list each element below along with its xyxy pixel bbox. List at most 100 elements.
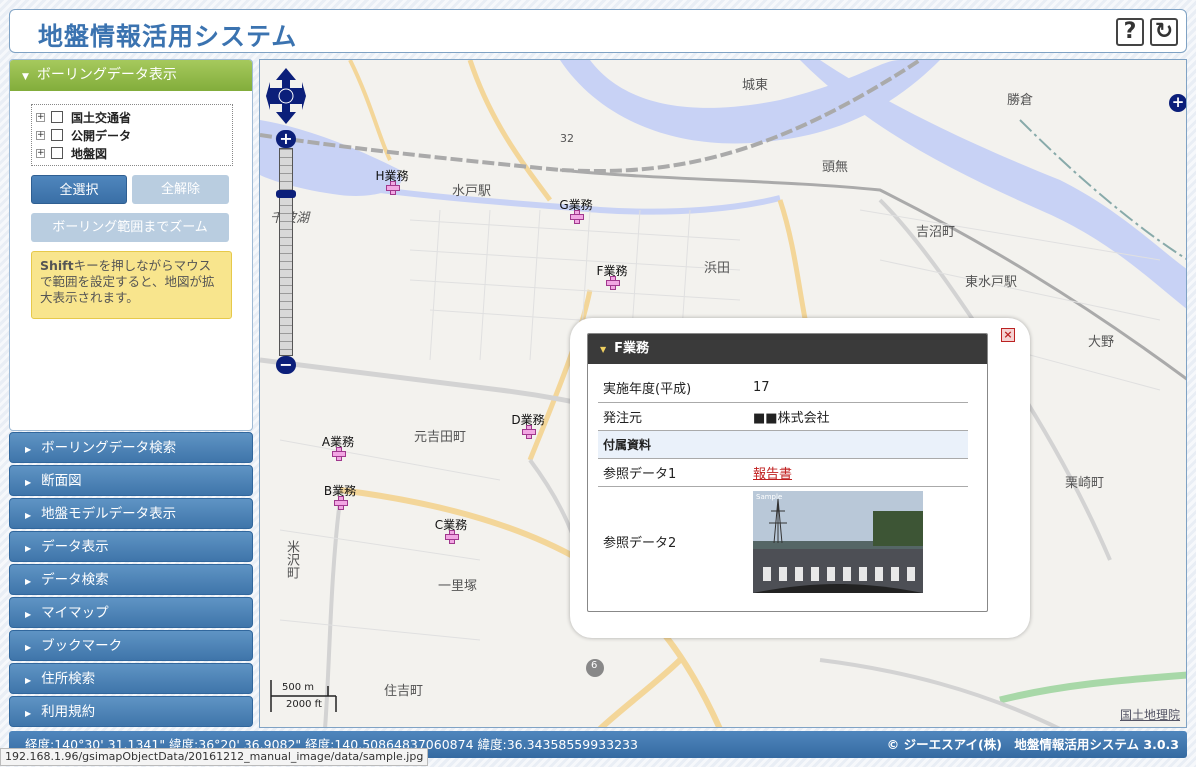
accordion-label: データ検索 bbox=[41, 572, 109, 588]
place-label: 東水戸駅 bbox=[965, 275, 1018, 290]
triangle-right-icon: ▶ bbox=[25, 577, 32, 586]
expand-icon[interactable]: + bbox=[36, 112, 45, 122]
boring-marker-d[interactable]: D業務 bbox=[493, 411, 563, 441]
clear-all-button[interactable]: 全解除 bbox=[132, 175, 229, 204]
cross-marker-icon[interactable] bbox=[570, 210, 584, 224]
tree-item-label[interactable]: 国土交通省 bbox=[71, 109, 131, 126]
refresh-icon[interactable]: ↻ bbox=[1150, 18, 1178, 46]
tree-item[interactable]: + 公開データ bbox=[36, 126, 232, 144]
shift-zoom-tip: Shiftキーを押しながらマウスで範囲を設定すると、地図が拡大表示されます。 bbox=[31, 251, 232, 319]
select-all-button[interactable]: 全選択 bbox=[31, 175, 127, 204]
place-label: 浜田 bbox=[704, 261, 731, 276]
layer-switcher-icon[interactable]: + bbox=[1169, 94, 1186, 112]
popup-title: F業務 bbox=[614, 341, 650, 356]
zoom-slider[interactable]: + − bbox=[276, 130, 296, 374]
accordion-data-display[interactable]: ▶ データ表示 bbox=[9, 531, 253, 562]
accordion-terms[interactable]: ▶ 利用規約 bbox=[9, 696, 253, 727]
triangle-right-icon: ▶ bbox=[25, 610, 32, 619]
cross-marker-icon[interactable] bbox=[334, 496, 348, 510]
accordion-label: データ表示 bbox=[41, 539, 109, 555]
triangle-right-icon: ▶ bbox=[25, 478, 32, 487]
triangle-down-icon: ▼ bbox=[600, 345, 607, 354]
place-label: 米沢町 bbox=[284, 540, 299, 579]
accordion-label: 住所検索 bbox=[41, 671, 96, 687]
map-view[interactable]: 城東 勝倉 頭無 水戸駅 吉沼町 東水戸駅 浜田 千波湖 元吉田町 一里塚 米沢… bbox=[259, 59, 1187, 728]
boring-display-header[interactable]: ▼ ボーリングデータ表示 bbox=[10, 60, 252, 91]
cross-marker-icon[interactable] bbox=[445, 530, 459, 544]
tree-item[interactable]: + 国土交通省 bbox=[36, 108, 232, 126]
expand-icon[interactable]: + bbox=[36, 130, 45, 140]
boring-info-table: 実施年度(平成) 17 発注元 ■■株式会社 付属資料 参照データ1 報告書 参… bbox=[598, 374, 968, 597]
expand-icon[interactable]: + bbox=[36, 148, 45, 158]
year-label: 実施年度(平成) bbox=[598, 374, 748, 403]
boring-marker-h[interactable]: H業務 bbox=[357, 167, 427, 197]
pan-control-icon[interactable] bbox=[266, 68, 306, 124]
triangle-right-icon: ▶ bbox=[25, 544, 32, 553]
triangle-right-icon: ▶ bbox=[25, 511, 32, 520]
place-label: 元吉田町 bbox=[414, 430, 467, 445]
boring-display-title: ボーリングデータ表示 bbox=[36, 67, 177, 83]
accordion-address-search[interactable]: ▶ 住所検索 bbox=[9, 663, 253, 694]
table-row: 実施年度(平成) 17 bbox=[598, 374, 968, 403]
scale-bar: 500 m 2000 ft bbox=[270, 680, 340, 714]
tree-checkbox[interactable] bbox=[51, 129, 63, 141]
place-label: 住吉町 bbox=[384, 684, 424, 699]
photo-caption: Sample bbox=[756, 492, 783, 501]
tree-item[interactable]: + 地盤図 bbox=[36, 144, 232, 162]
scale-feet: 2000 ft bbox=[286, 699, 322, 710]
triangle-right-icon: ▶ bbox=[25, 676, 32, 685]
attribution-link[interactable]: 国土地理院 bbox=[1120, 706, 1180, 723]
accordion-label: ボーリングデータ検索 bbox=[41, 440, 177, 456]
table-row: 参照データ1 報告書 bbox=[598, 458, 968, 487]
ref1-label: 参照データ1 bbox=[598, 458, 748, 487]
accordion-label: 断面図 bbox=[41, 473, 82, 489]
tree-item-label[interactable]: 公開データ bbox=[71, 127, 131, 144]
cross-marker-icon[interactable] bbox=[332, 447, 346, 461]
accordion-cross-section[interactable]: ▶ 断面図 bbox=[9, 465, 253, 496]
accordion-ground-model[interactable]: ▶ 地盤モデルデータ表示 bbox=[9, 498, 253, 529]
scale-meters: 500 m bbox=[282, 682, 315, 693]
accordion-my-map[interactable]: ▶ マイマップ bbox=[9, 597, 253, 628]
triangle-right-icon: ▶ bbox=[25, 643, 32, 652]
zoom-to-boring-button[interactable]: ボーリング範囲までズーム bbox=[31, 213, 229, 242]
boring-marker-b[interactable]: B業務 bbox=[305, 482, 375, 512]
accordion-boring-search[interactable]: ▶ ボーリングデータ検索 bbox=[9, 432, 253, 463]
app-header: 地盤情報活用システム ? ↻ bbox=[9, 9, 1187, 53]
tree-checkbox[interactable] bbox=[51, 111, 63, 123]
table-row: 付属資料 bbox=[598, 430, 968, 459]
copyright: © ジーエスアイ(株) 地盤情報活用システム 3.0.3 bbox=[886, 737, 1179, 752]
cross-marker-icon[interactable] bbox=[522, 425, 536, 439]
accordion-label: 利用規約 bbox=[41, 704, 96, 720]
tree-item-label[interactable]: 地盤図 bbox=[71, 145, 107, 162]
accordion-label: ブックマーク bbox=[41, 638, 123, 654]
year-value: 17 bbox=[748, 374, 968, 403]
zoom-handle[interactable] bbox=[276, 190, 296, 198]
boring-marker-c[interactable]: C業務 bbox=[416, 516, 486, 546]
route-label: 32 bbox=[560, 132, 574, 145]
cross-marker-icon[interactable] bbox=[386, 181, 400, 195]
boring-marker-f[interactable]: F業務 bbox=[577, 262, 647, 292]
cross-marker-icon[interactable] bbox=[606, 276, 620, 290]
boring-marker-a[interactable]: A業務 bbox=[303, 433, 373, 463]
triangle-right-icon: ▶ bbox=[25, 445, 32, 454]
report-link[interactable]: 報告書 bbox=[753, 467, 792, 482]
sample-photo[interactable]: Sample bbox=[753, 490, 923, 593]
place-label: 一里塚 bbox=[438, 579, 478, 594]
accordion-bookmark[interactable]: ▶ ブックマーク bbox=[9, 630, 253, 661]
zoom-track[interactable] bbox=[279, 148, 293, 356]
zoom-in-icon[interactable]: + bbox=[276, 130, 296, 148]
close-icon[interactable]: × bbox=[1001, 328, 1015, 342]
zoom-out-icon[interactable]: − bbox=[276, 356, 296, 374]
popup-header[interactable]: ▼ F業務 bbox=[588, 334, 987, 364]
popup-panel: ▼ F業務 実施年度(平成) 17 発注元 ■■株式会社 付属資料 参照データ1 … bbox=[587, 333, 988, 612]
help-icon[interactable]: ? bbox=[1116, 18, 1144, 46]
accordion-data-search[interactable]: ▶ データ検索 bbox=[9, 564, 253, 595]
tree-checkbox[interactable] bbox=[51, 147, 63, 159]
attachments-section: 付属資料 bbox=[598, 430, 968, 459]
app-title: 地盤情報活用システム bbox=[38, 22, 298, 51]
boring-marker-g[interactable]: G業務 bbox=[541, 196, 611, 226]
client-label: 発注元 bbox=[598, 402, 748, 431]
client-value: ■■株式会社 bbox=[748, 402, 968, 431]
table-row: 参照データ2 Sample bbox=[598, 486, 968, 597]
accordion-label: 地盤モデルデータ表示 bbox=[41, 506, 177, 522]
